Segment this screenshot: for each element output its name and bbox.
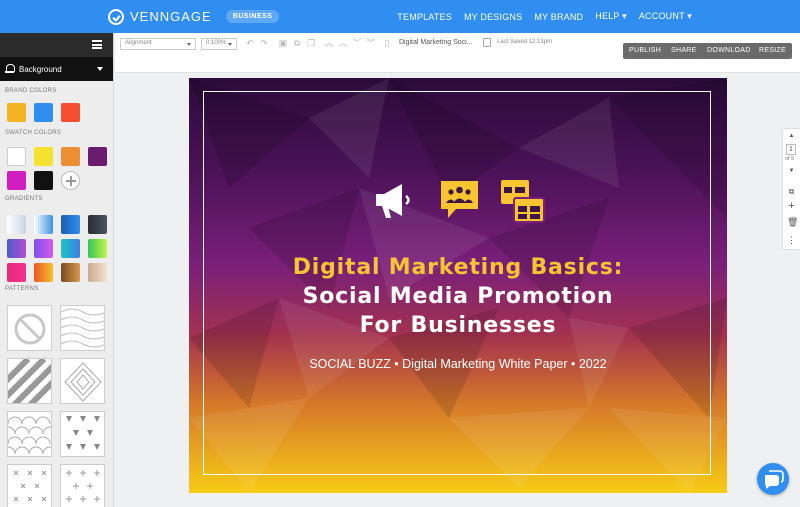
layout-windows-icon[interactable] [499, 178, 547, 224]
send-to-back-icon[interactable]: ︾ [366, 38, 376, 48]
brand-color-swatch[interactable] [7, 103, 26, 122]
swatch-color-swatch[interactable] [88, 147, 107, 166]
pattern-none[interactable] [7, 305, 52, 351]
chevron-up-icon[interactable]: ▲ [787, 132, 796, 141]
undo-icon[interactable]: ↶ [245, 38, 255, 48]
headline-line-1[interactable]: Digital Marketing Basics: [189, 255, 727, 280]
gradient-swatch[interactable] [7, 215, 26, 234]
chat-support-button[interactable] [757, 463, 789, 495]
page-count-text: of 5 [785, 156, 795, 162]
headline-line-2[interactable]: Social Media Promotion [189, 284, 727, 309]
swatch-color-swatch[interactable] [7, 171, 26, 190]
pattern-waves[interactable] [60, 305, 105, 351]
brand-color-swatch[interactable] [61, 103, 80, 122]
gradient-swatch[interactable] [88, 215, 107, 234]
pattern-scales[interactable] [7, 411, 52, 457]
alignment-select-value: Alignment [125, 40, 152, 46]
hamburger-menu-icon[interactable] [92, 40, 102, 49]
gradient-swatch[interactable] [61, 263, 80, 282]
add-color-button[interactable] [61, 171, 80, 190]
nav-my-designs[interactable]: MY DESIGNS [464, 12, 522, 22]
resize-button[interactable]: RESIZE [753, 43, 793, 59]
page-navigation-rail: ▲ 1 of 5 ▼ ⧉ + 🗑 ⋮ [782, 128, 800, 250]
nav-links: TEMPLATES MY DESIGNS MY BRAND HELP ▾ ACC… [397, 0, 692, 33]
background-panel-label: Background [19, 64, 62, 74]
subtitle-line[interactable]: SOCIAL BUZZ • Digital Marketing White Pa… [189, 357, 727, 371]
canvas-white-frame[interactable] [203, 91, 711, 475]
pattern-crosses[interactable] [7, 464, 52, 507]
gradient-swatch[interactable] [88, 239, 107, 258]
design-canvas[interactable]: Digital Marketing Basics: Social Media P… [189, 78, 727, 493]
pattern-stripes[interactable] [7, 358, 52, 404]
current-page-input[interactable]: 1 [786, 144, 796, 155]
chevron-down-icon[interactable]: ▼ [787, 167, 796, 176]
alignment-select[interactable]: Alignment [120, 38, 196, 50]
lock-icon[interactable]: ▣ [278, 38, 288, 48]
chevron-down-icon [228, 43, 232, 46]
delete-icon[interactable]: ▯ [382, 38, 392, 48]
brand-color-swatch[interactable] [34, 103, 53, 122]
save-status-icon [483, 38, 491, 47]
venngage-logo-icon [108, 8, 124, 25]
left-sidebar: Background BRAND COLORS SWATCH COLORS GR… [0, 33, 114, 507]
nav-my-brand[interactable]: MY BRAND [534, 12, 583, 22]
group-chat-icon[interactable] [440, 179, 480, 221]
headline-line-3[interactable]: For Businesses [189, 313, 727, 338]
zoom-select-value: 0:100% [206, 40, 227, 46]
gradient-swatch[interactable] [61, 215, 80, 234]
nav-account[interactable]: ACCOUNT ▾ [639, 11, 692, 22]
patterns-title: PATTERNS [5, 286, 39, 292]
gradient-swatch[interactable] [88, 263, 107, 282]
brand-colors-title: BRAND COLORS [5, 88, 57, 94]
document-title[interactable]: Digital Marketing Soci... [399, 39, 473, 46]
download-button[interactable]: DOWNLOAD [701, 43, 757, 59]
megaphone-icon[interactable] [372, 178, 416, 222]
editor-toolbar: Alignment 0:100% ↶ ↷ ▣ ⧉ ❐ ︽ ︿ ﹀ ︾ ▯ Dig… [115, 33, 800, 73]
group-icon[interactable]: ❐ [306, 38, 316, 48]
gradient-swatch[interactable] [7, 263, 26, 282]
plan-badge: BUSINESS [225, 10, 280, 23]
swatch-color-swatch[interactable] [34, 147, 53, 166]
brand-name: VENNGAGE [130, 9, 212, 24]
redo-icon[interactable]: ↷ [259, 38, 269, 48]
last-saved-text: Last Saved 12:13pm [497, 39, 553, 45]
gradients-title: GRADIENTS [5, 196, 43, 202]
gradient-swatch[interactable] [61, 239, 80, 258]
share-button[interactable]: SHARE [665, 43, 703, 59]
bell-icon [5, 64, 15, 74]
swatch-color-swatch[interactable] [34, 171, 53, 190]
chevron-down-icon [187, 43, 191, 46]
zoom-select[interactable]: 0:100% [201, 38, 237, 50]
pattern-triangles[interactable] [60, 411, 105, 457]
gradient-swatch[interactable] [7, 239, 26, 258]
bring-forward-icon[interactable]: ︿ [338, 38, 348, 48]
copy-page-icon[interactable]: ⧉ [787, 187, 796, 196]
background-panel-dropdown[interactable]: Background [0, 57, 113, 81]
more-options-icon[interactable]: ⋮ [787, 236, 796, 245]
trash-icon[interactable]: 🗑 [787, 218, 798, 227]
send-backward-icon[interactable]: ﹀ [352, 38, 362, 48]
nav-templates[interactable]: TEMPLATES [397, 12, 452, 22]
pattern-diamonds[interactable] [60, 358, 105, 404]
gradient-swatch[interactable] [34, 263, 53, 282]
add-page-icon[interactable]: + [787, 201, 796, 212]
bring-to-front-icon[interactable]: ︽ [324, 38, 334, 48]
gradient-swatch[interactable] [34, 215, 53, 234]
swatch-color-swatch[interactable] [61, 147, 80, 166]
nav-help[interactable]: HELP ▾ [595, 11, 627, 22]
gradient-swatch[interactable] [34, 239, 53, 258]
swatch-colors-title: SWATCH COLORS [5, 130, 62, 136]
brand[interactable]: VENNGAGE BUSINESS [108, 8, 280, 25]
publish-button[interactable]: PUBLISH [623, 43, 668, 59]
caret-down-icon [97, 67, 103, 71]
sidebar-header [0, 33, 113, 57]
pattern-plus[interactable] [60, 464, 105, 507]
top-navigation-bar: VENNGAGE BUSINESS TEMPLATES MY DESIGNS M… [0, 0, 800, 33]
chat-bubble-icon [765, 470, 784, 489]
swatch-color-swatch[interactable] [7, 147, 26, 166]
duplicate-icon[interactable]: ⧉ [292, 38, 302, 48]
